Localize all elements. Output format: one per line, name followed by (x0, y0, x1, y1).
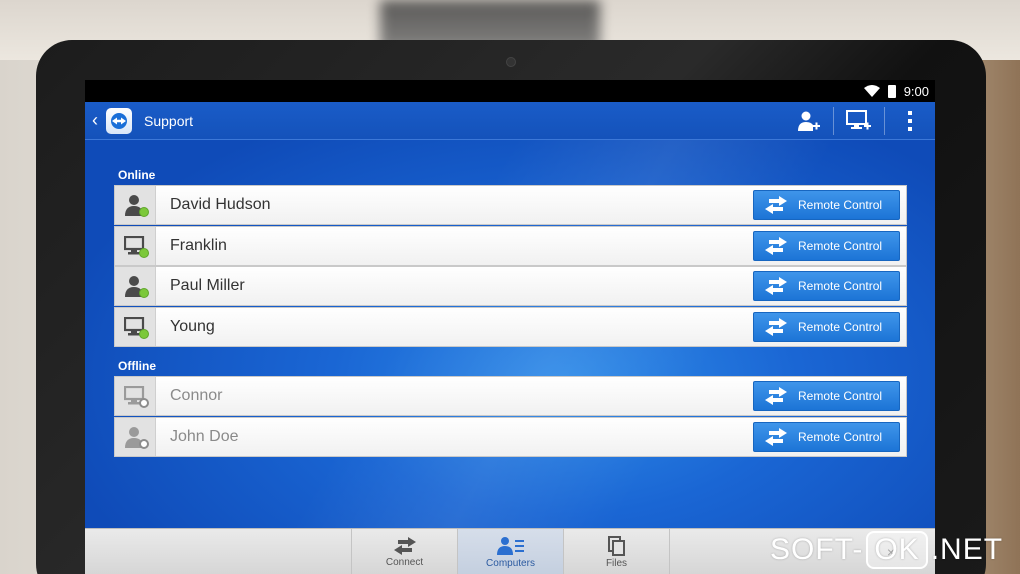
remote-control-button[interactable]: Remote Control (753, 312, 900, 342)
list-item[interactable]: Connor Remote Control (114, 376, 907, 416)
watermark-left: SOFT- (770, 533, 864, 566)
add-contact-icon (798, 111, 820, 131)
online-status-icon (139, 207, 149, 217)
contact-type (115, 377, 156, 415)
battery-icon (887, 84, 896, 98)
wifi-icon (863, 85, 880, 97)
overflow-menu-button[interactable] (885, 102, 935, 140)
offline-status-icon (139, 439, 149, 449)
tab-label: Files (605, 557, 628, 569)
tab-computers[interactable]: Computers (457, 529, 563, 574)
add-computer-button[interactable] (834, 102, 884, 140)
list-item[interactable]: John Doe Remote Control (114, 417, 907, 457)
add-contact-button[interactable] (783, 102, 833, 140)
section-label-online: Online (118, 168, 156, 182)
swap-arrows-icon (765, 277, 787, 295)
remote-control-label: Remote Control (798, 430, 883, 444)
arrows-icon (393, 536, 416, 555)
contact-type (115, 227, 156, 265)
online-status-icon (139, 329, 149, 339)
list-item[interactable]: Young Remote Control (114, 307, 907, 347)
teamviewer-logo-glyph (111, 112, 127, 129)
swap-arrows-icon (765, 196, 787, 214)
contact-name: John Doe (170, 428, 239, 445)
contact-name: Paul Miller (170, 277, 245, 294)
remote-control-button[interactable]: Remote Control (753, 231, 900, 261)
swap-arrows-icon (765, 318, 787, 336)
remote-control-label: Remote Control (798, 389, 883, 403)
list-item[interactable]: David Hudson Remote Control (114, 185, 907, 225)
watermark-box: OK (866, 531, 928, 569)
remote-control-button[interactable]: Remote Control (753, 271, 900, 301)
swap-arrows-icon (765, 237, 787, 255)
contact-type (115, 418, 156, 456)
swap-arrows-icon (765, 387, 787, 405)
back-chevron-icon[interactable]: ‹ (92, 110, 104, 131)
contact-name: Connor (170, 387, 223, 404)
offline-status-icon (139, 398, 149, 408)
list-item[interactable]: Franklin Remote Control (114, 226, 907, 266)
online-status-icon (139, 288, 149, 298)
tab-bar-spacer (85, 529, 351, 574)
tab-label: Connect (385, 556, 424, 568)
remote-control-button[interactable]: Remote Control (753, 190, 900, 220)
computers-list: Online David Hudson Remote Control Frank… (85, 140, 935, 528)
remote-control-label: Remote Control (798, 279, 883, 293)
watermark-right: .NET (930, 533, 1004, 566)
add-computer-icon (846, 110, 871, 130)
tablet-screen: 9:00 ‹ Support Online David Hudson Remot… (85, 80, 935, 574)
overflow-menu-icon (908, 111, 912, 131)
files-icon (607, 535, 625, 556)
status-time: 9:00 (903, 83, 929, 99)
contact-type (115, 186, 156, 224)
watermark: SOFT- OK .NET (770, 528, 1003, 572)
remote-control-button[interactable]: Remote Control (753, 381, 900, 411)
contact-name: David Hudson (170, 196, 271, 213)
app-bar: ‹ Support (85, 102, 935, 140)
status-bar: 9:00 (85, 80, 935, 102)
remote-control-button[interactable]: Remote Control (753, 422, 900, 452)
swap-arrows-icon (765, 428, 787, 446)
tab-connect[interactable]: Connect (351, 529, 457, 574)
teamviewer-logo-icon[interactable] (106, 107, 132, 134)
online-status-icon (139, 248, 149, 258)
remote-control-label: Remote Control (798, 320, 883, 334)
remote-control-label: Remote Control (798, 198, 883, 212)
contact-type (115, 267, 156, 305)
contact-name: Young (170, 318, 215, 335)
tab-label: Computers (486, 557, 535, 569)
remote-control-label: Remote Control (798, 239, 883, 253)
camera-icon (506, 57, 516, 67)
contact-name: Franklin (170, 237, 227, 254)
section-label-offline: Offline (118, 359, 156, 373)
tab-files[interactable]: Files (563, 529, 669, 574)
contacts-list-icon (496, 536, 524, 555)
list-item[interactable]: Paul Miller Remote Control (114, 266, 907, 306)
app-bar-actions (783, 102, 935, 140)
contact-type (115, 308, 156, 346)
page-title: Support (144, 112, 194, 129)
